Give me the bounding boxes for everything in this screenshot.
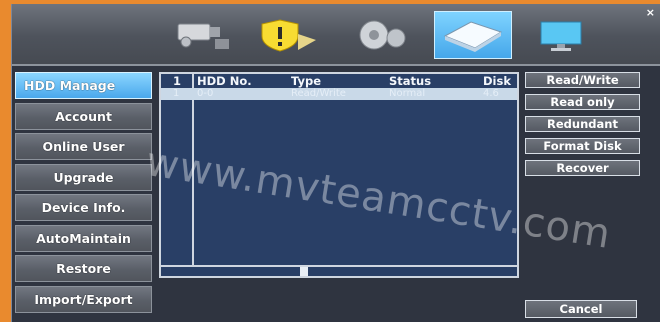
- cell-disk: 4.6: [483, 88, 499, 99]
- format-disk-button[interactable]: Format Disk: [525, 138, 640, 154]
- cancel-button[interactable]: Cancel: [525, 300, 637, 318]
- alarm-shield-icon: [261, 19, 316, 52]
- gear-icon: [359, 20, 406, 50]
- scroll-thumb[interactable]: [300, 267, 308, 276]
- sidebar-item-hdd-manage[interactable]: HDD Manage: [15, 72, 152, 99]
- sidebar-item-online-user[interactable]: Online User: [15, 133, 152, 160]
- table-row[interactable]: 1 0-0 Read/Write Normal 4.6: [161, 88, 517, 100]
- hdd-icon: [443, 21, 503, 52]
- disk-actions: Read/Write Read only Redundant Format Di…: [525, 72, 640, 182]
- header-status: Status: [389, 74, 432, 88]
- camera-icon: [177, 23, 229, 49]
- tab-alarm[interactable]: [251, 11, 329, 59]
- dvr-window: × HDD Manage Account Online User Upgrade…: [11, 4, 660, 322]
- horizontal-scrollbar[interactable]: [161, 265, 517, 276]
- header-disk: Disk: [483, 74, 511, 88]
- monitor-icon: [540, 21, 582, 51]
- cell-status: Normal: [389, 88, 426, 99]
- tab-system[interactable]: [343, 11, 421, 59]
- sidebar-item-upgrade[interactable]: Upgrade: [15, 163, 152, 191]
- cell-type: Read/Write: [291, 88, 346, 99]
- cell-hdd-no: 0-0: [197, 88, 214, 99]
- cell-index: 1: [173, 88, 180, 99]
- table-header: 1 HDD No. Type Status Disk: [161, 74, 517, 88]
- header-hdd-no: HDD No.: [197, 74, 252, 88]
- read-write-button[interactable]: Read/Write: [525, 72, 640, 88]
- recover-button[interactable]: Recover: [525, 160, 640, 176]
- tab-record[interactable]: [163, 11, 241, 59]
- sidebar-item-automaintain[interactable]: AutoMaintain: [15, 224, 152, 252]
- sidebar-item-import-export[interactable]: Import/Export: [15, 285, 152, 313]
- read-only-button[interactable]: Read only: [525, 94, 640, 110]
- tab-advanced[interactable]: [434, 11, 512, 59]
- redundant-button[interactable]: Redundant: [525, 116, 640, 132]
- sidebar-item-account[interactable]: Account: [15, 102, 152, 130]
- close-button[interactable]: ×: [646, 6, 655, 19]
- sidebar-item-device-info[interactable]: Device Info.: [15, 194, 152, 221]
- tab-info[interactable]: [526, 11, 604, 59]
- settings-sidebar: HDD Manage Account Online User Upgrade D…: [15, 72, 152, 316]
- header-type: Type: [291, 74, 322, 88]
- hdd-table: 1 HDD No. Type Status Disk 1 0-0 Read/Wr…: [159, 72, 519, 278]
- header-index: 1: [173, 74, 182, 88]
- column-divider: [192, 74, 194, 276]
- main-toolbar: ×: [12, 4, 660, 66]
- sidebar-item-restore[interactable]: Restore: [15, 255, 152, 282]
